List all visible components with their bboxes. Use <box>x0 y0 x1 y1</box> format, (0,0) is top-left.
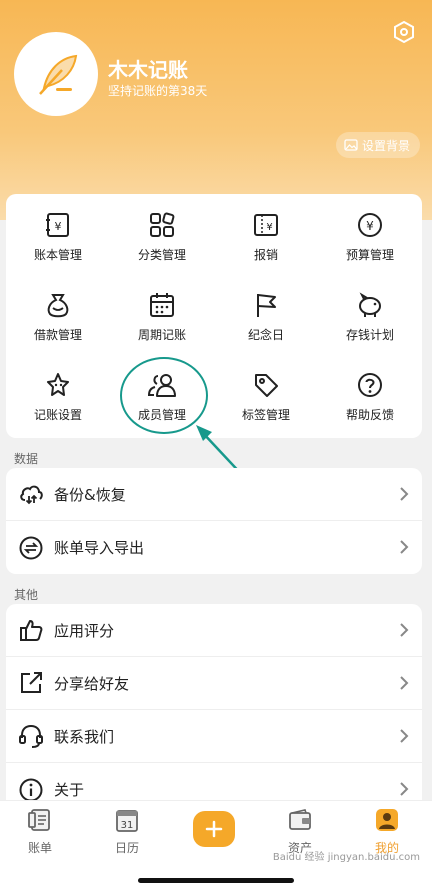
list-item-backup[interactable]: 备份&恢复 <box>6 468 422 521</box>
list-item-rate-app[interactable]: 应用评分 <box>6 604 422 657</box>
nav-label: 日历 <box>114 841 139 855</box>
home-indicator <box>138 878 294 883</box>
list-item-share[interactable]: 分享给好友 <box>6 657 422 710</box>
list-item-import-export[interactable]: 账单导入导出 <box>6 521 422 574</box>
share-icon <box>21 672 42 693</box>
list-item-contact[interactable]: 联系我们 <box>6 710 422 763</box>
section-label-data: 数据 <box>14 452 39 466</box>
list-label: 联系我们 <box>54 727 115 746</box>
chevron-right-icon <box>400 729 409 743</box>
nav-label: 账单 <box>27 841 52 855</box>
chevron-right-icon <box>400 676 409 690</box>
profile-icon <box>376 809 398 831</box>
chevron-right-icon <box>400 487 409 501</box>
calendar-day-number: 31 <box>121 820 134 831</box>
cloud-sync-icon <box>20 485 43 505</box>
data-list: 备份&恢复 账单导入导出 <box>6 468 422 574</box>
other-list: 应用评分 分享给好友 联系我们 关于 <box>6 604 422 816</box>
headset-icon <box>19 724 43 748</box>
list-label: 应用评分 <box>54 621 115 640</box>
chevron-right-icon <box>400 623 409 637</box>
nav-item-calendar[interactable]: 31 日历 <box>97 807 157 856</box>
import-export-icon <box>19 536 43 559</box>
bill-icon <box>28 809 50 831</box>
list-label: 账单导入导出 <box>54 539 145 557</box>
info-icon <box>19 778 43 801</box>
section-label-other: 其他 <box>14 588 39 602</box>
list-label: 关于 <box>54 781 85 799</box>
list-label: 分享给好友 <box>54 674 130 693</box>
watermark: Baidu 经验 jingyan.baidu.com <box>272 852 420 863</box>
plus-icon <box>205 820 223 838</box>
wallet-icon <box>289 809 311 830</box>
chevron-right-icon <box>400 782 409 796</box>
add-record-button[interactable] <box>193 811 235 847</box>
chevron-right-icon <box>400 540 409 554</box>
nav-item-bills[interactable]: 账单 <box>10 807 70 856</box>
calendar-day-icon: 31 <box>116 810 138 832</box>
list-label: 备份&恢复 <box>54 485 126 504</box>
thumbs-up-icon <box>20 620 43 641</box>
